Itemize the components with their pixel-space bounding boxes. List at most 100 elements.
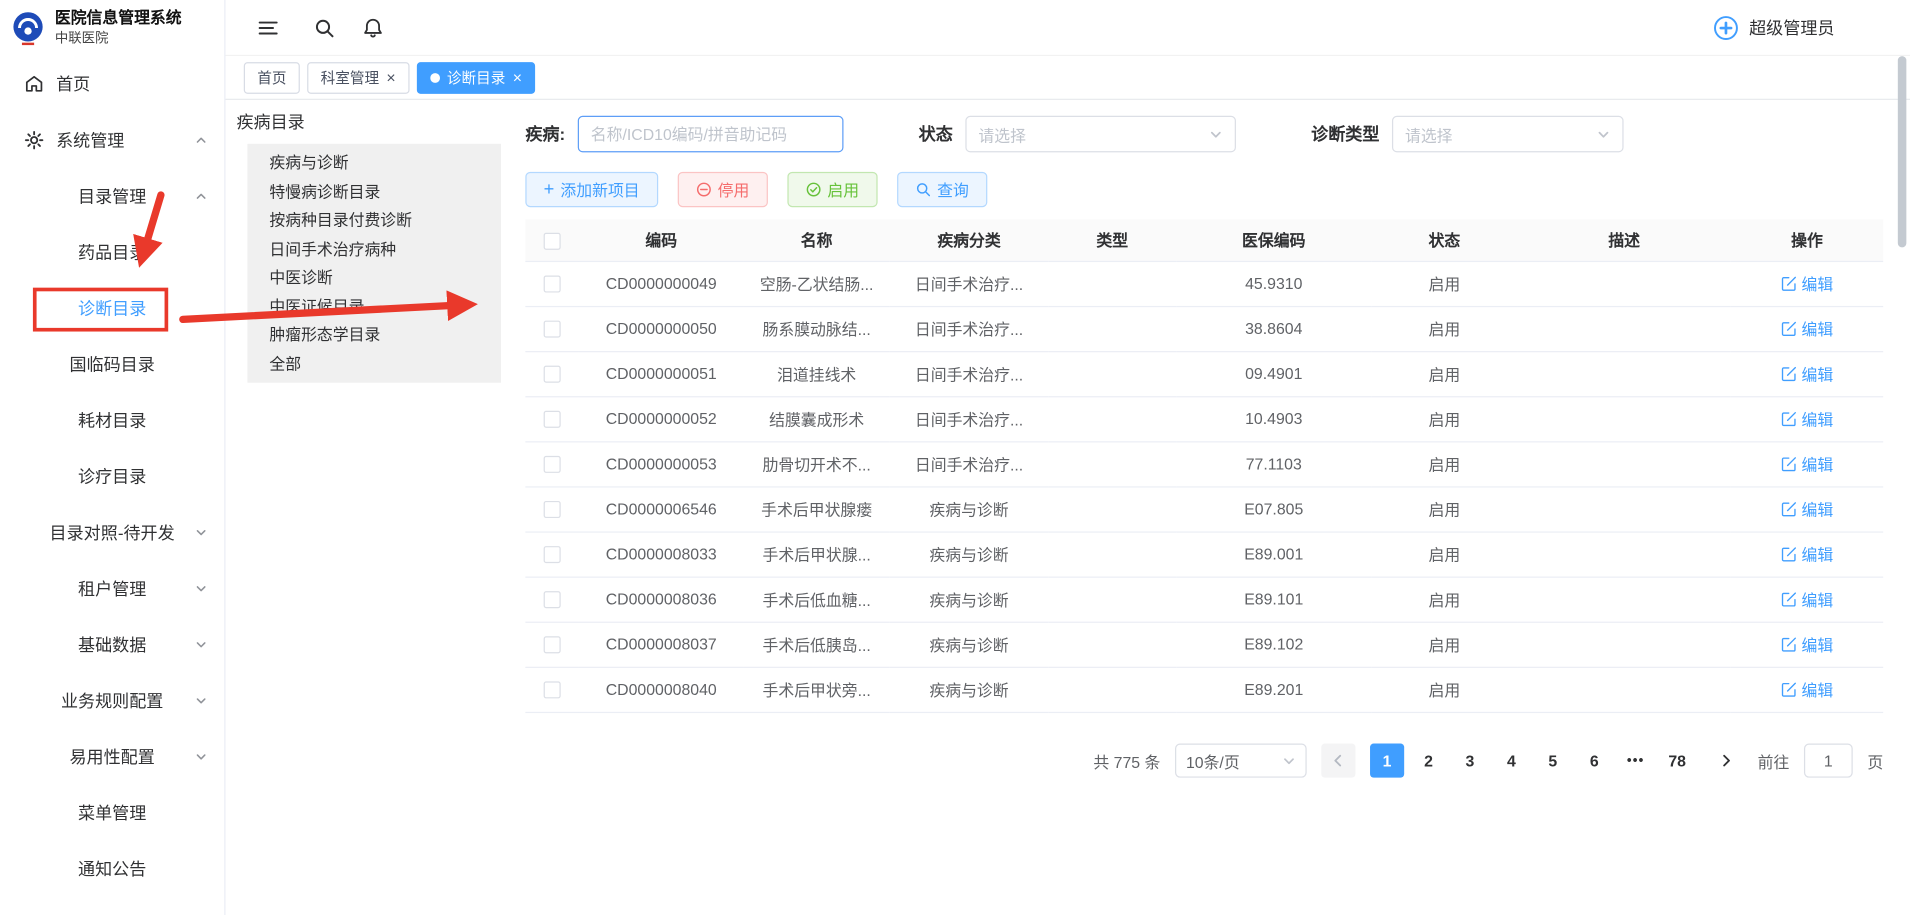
goto-page-input[interactable]: [1804, 744, 1853, 778]
sidebar-item-menu-management[interactable]: 菜单管理: [0, 785, 224, 841]
row-checkbox[interactable]: [544, 546, 561, 563]
tab-home[interactable]: 首页: [244, 62, 300, 94]
row-checkbox[interactable]: [544, 321, 561, 338]
cell-type: [1048, 396, 1176, 441]
disease-search-input[interactable]: [577, 116, 843, 153]
edit-button[interactable]: 编辑: [1781, 407, 1833, 430]
col-header-code: 编码: [579, 219, 744, 260]
col-header-type: 类型: [1048, 219, 1176, 260]
close-icon[interactable]: ×: [386, 69, 395, 85]
query-label: 查询: [937, 178, 969, 201]
sidebar-item-base-data[interactable]: 基础数据: [0, 617, 224, 673]
page-number-3[interactable]: 3: [1453, 744, 1487, 778]
add-item-button[interactable]: + 添加新项目: [525, 172, 658, 207]
sidebar-item-drug-catalog[interactable]: 药品目录: [0, 224, 224, 280]
edit-button[interactable]: 编辑: [1781, 678, 1833, 701]
row-checkbox[interactable]: [544, 682, 561, 699]
edit-button[interactable]: 编辑: [1781, 497, 1833, 520]
sidebar-item-consumables-catalog[interactable]: 耗材目录: [0, 392, 224, 448]
sidebar-item-diagnosis-catalog[interactable]: 诊断目录: [0, 280, 224, 336]
search-icon[interactable]: [313, 16, 335, 38]
bell-icon[interactable]: [362, 16, 384, 38]
close-icon[interactable]: ×: [513, 69, 522, 85]
sidebar-item-home[interactable]: 首页: [0, 56, 224, 112]
row-checkbox[interactable]: [544, 456, 561, 473]
row-checkbox[interactable]: [544, 276, 561, 293]
sidebar-item-usability-config[interactable]: 易用性配置: [0, 729, 224, 785]
sidebar-item-national-code-catalog[interactable]: 国临码目录: [0, 336, 224, 392]
sidebar-item-catalog-mapping[interactable]: 目录对照-待开发: [0, 505, 224, 561]
sidebar-item-label: 目录管理: [78, 184, 146, 208]
catalog-item-special-chronic[interactable]: 特慢病诊断目录: [247, 177, 501, 206]
cell-type: [1048, 486, 1176, 531]
page-number-2[interactable]: 2: [1411, 744, 1445, 778]
sidebar-item-system-management[interactable]: 系统管理: [0, 112, 224, 168]
edit-icon: [1781, 681, 1797, 697]
more-pages-icon[interactable]: •••: [1619, 744, 1653, 778]
status-select[interactable]: 请选择: [965, 116, 1236, 153]
edit-button[interactable]: 编辑: [1781, 362, 1833, 385]
row-checkbox[interactable]: [544, 366, 561, 383]
edit-icon: [1781, 411, 1797, 427]
chevron-down-icon: [195, 751, 207, 763]
table-header-row: 编码 名称 疾病分类 类型 医保编码 状态 描述 操作: [525, 219, 1883, 260]
row-checkbox[interactable]: [544, 501, 561, 518]
cell-category: 日间手术治疗...: [890, 306, 1048, 351]
sidebar-item-tenant-management[interactable]: 租户管理: [0, 561, 224, 617]
tab-diagnosis-catalog[interactable]: 诊断目录 ×: [416, 62, 535, 94]
cell-status: 启用: [1371, 351, 1517, 396]
cell-type: [1048, 351, 1176, 396]
edit-button[interactable]: 编辑: [1781, 317, 1833, 340]
sidebar-item-catalog-management[interactable]: 目录管理: [0, 168, 224, 224]
col-header-insurance-code: 医保编码: [1176, 219, 1371, 260]
diagnosis-type-select[interactable]: 请选择: [1392, 116, 1624, 153]
cell-name: 手术后甲状腺瘘: [744, 486, 890, 531]
table-row: CD0000008033 手术后甲状腺... 疾病与诊断 E89.001 启用 …: [525, 531, 1883, 576]
cell-status: 启用: [1371, 396, 1517, 441]
sidebar-item-business-rules[interactable]: 业务规则配置: [0, 673, 224, 729]
page-number-1[interactable]: 1: [1370, 744, 1404, 778]
edit-button[interactable]: 编辑: [1781, 588, 1833, 611]
catalog-item-payment-by-disease[interactable]: 按病种目录付费诊断: [247, 206, 501, 235]
edit-button[interactable]: 编辑: [1781, 452, 1833, 475]
cell-name: 手术后低血糖...: [744, 577, 890, 622]
page-number-6[interactable]: 6: [1577, 744, 1611, 778]
catalog-item-tcm-diagnosis[interactable]: 中医诊断: [247, 263, 501, 292]
home-icon: [24, 74, 44, 94]
catalog-item-tumor-morphology[interactable]: 肿瘤形态学目录: [247, 321, 501, 350]
user-menu[interactable]: 超级管理员: [1713, 0, 1835, 56]
row-checkbox[interactable]: [544, 637, 561, 654]
scrollbar-thumb[interactable]: [1898, 56, 1907, 247]
sidebar-item-notice[interactable]: 通知公告: [0, 841, 224, 897]
page-number-5[interactable]: 5: [1536, 744, 1570, 778]
tab-department-management[interactable]: 科室管理 ×: [307, 62, 409, 94]
row-checkbox[interactable]: [544, 592, 561, 609]
page-number-4[interactable]: 4: [1494, 744, 1528, 778]
collapse-menu-icon[interactable]: [257, 16, 279, 38]
sidebar-item-label: 目录对照-待开发: [50, 520, 175, 544]
page-number-78[interactable]: 78: [1660, 744, 1694, 778]
cell-name: 肋骨切开术不...: [744, 441, 890, 486]
plus-icon: +: [544, 180, 555, 198]
catalog-item-all[interactable]: 全部: [247, 349, 501, 378]
prev-page-button[interactable]: [1321, 744, 1355, 778]
edit-button[interactable]: 编辑: [1781, 633, 1833, 656]
catalog-item-tcm-syndrome[interactable]: 中医证候目录: [247, 292, 501, 321]
select-all-checkbox[interactable]: [544, 232, 561, 249]
row-checkbox[interactable]: [544, 411, 561, 428]
edit-button[interactable]: 编辑: [1781, 542, 1833, 565]
catalog-item-disease-diagnosis[interactable]: 疾病与诊断: [247, 149, 501, 178]
query-button[interactable]: 查询: [897, 172, 987, 207]
topbar: 超级管理员: [225, 0, 1910, 56]
edit-button[interactable]: 编辑: [1781, 272, 1833, 295]
catalog-item-day-surgery[interactable]: 日间手术治疗病种: [247, 235, 501, 264]
enable-button[interactable]: 启用: [787, 172, 877, 207]
sidebar-item-treatment-catalog[interactable]: 诊疗目录: [0, 449, 224, 505]
add-item-label: 添加新项目: [560, 178, 639, 201]
medical-user-icon: [1713, 15, 1740, 42]
disable-button[interactable]: 停用: [677, 172, 767, 207]
logo-area: 医院信息管理系统 中联医院: [0, 0, 224, 56]
next-page-button[interactable]: [1709, 744, 1743, 778]
page-size-select[interactable]: 10条/页: [1175, 744, 1307, 778]
chevron-down-icon: [195, 639, 207, 651]
